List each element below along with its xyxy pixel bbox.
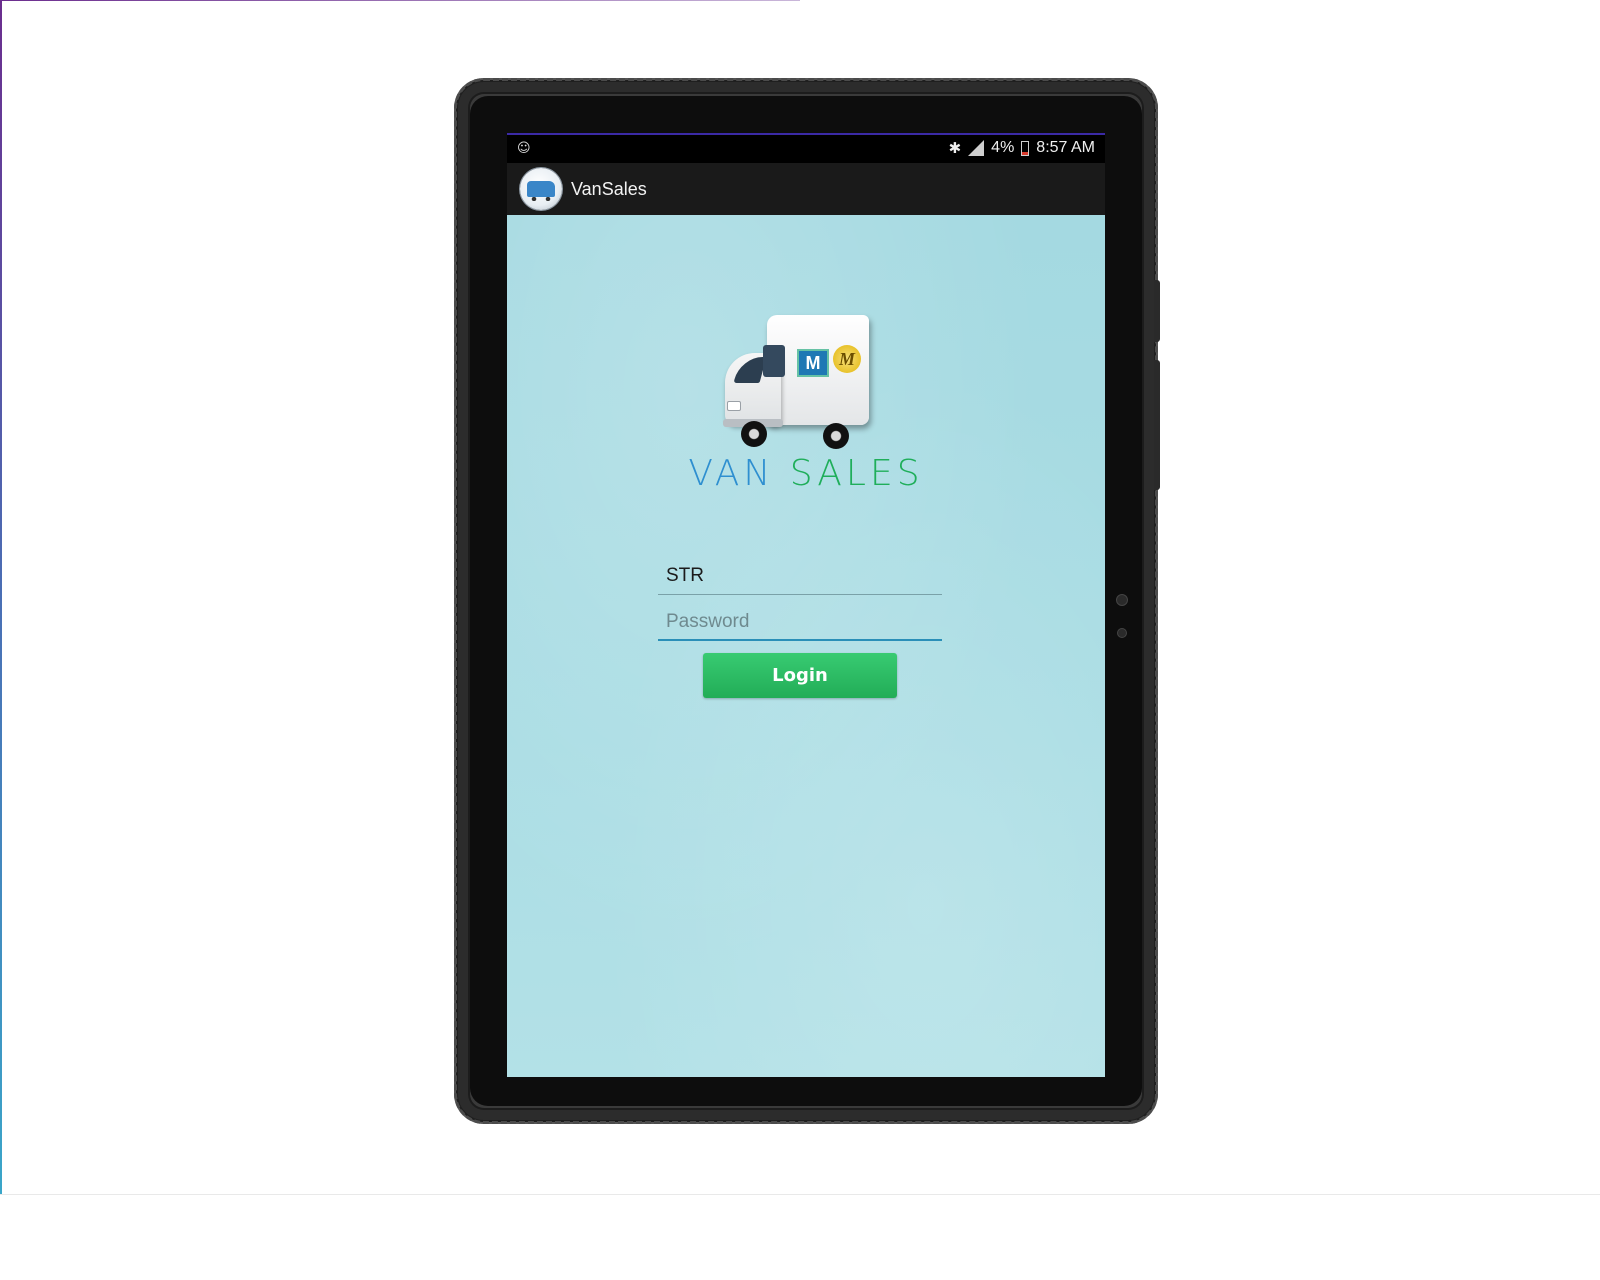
bluetooth-icon: ✱ — [948, 140, 962, 157]
login-content: M M VAN SALES Login — [507, 215, 1105, 1077]
device-screen: ☺ ✱ 4% 8:57 AM VanSales M M VAN SALES ST… — [507, 133, 1105, 1077]
brand-title-van: VAN — [688, 453, 775, 494]
van-logo-script: M — [833, 345, 861, 373]
password-input[interactable] — [658, 603, 942, 641]
frame-bottom-line — [0, 1194, 1600, 1195]
battery-percent: 4% — [991, 139, 1015, 156]
van-window — [763, 345, 785, 377]
brand-title-sales: SALES — [789, 453, 924, 494]
app-logo-van-shape — [527, 181, 555, 201]
login-button[interactable]: Login — [703, 653, 897, 698]
van-illustration: M M — [723, 315, 873, 449]
app-bar: VanSales — [507, 163, 1105, 215]
battery-icon — [1021, 140, 1030, 156]
van-logo-m: M — [797, 349, 829, 377]
sensor-icon — [1117, 628, 1127, 638]
van-front-wheel — [741, 421, 767, 447]
van-logo-icon[interactable] — [520, 168, 562, 210]
username-underline — [658, 594, 942, 595]
username-input[interactable] — [658, 557, 942, 595]
android-debug-icon: ☺ — [517, 141, 531, 156]
power-button — [1154, 280, 1160, 342]
volume-button — [1154, 360, 1160, 490]
signal-icon — [968, 140, 985, 156]
brand-title: VAN SALES — [507, 453, 1105, 494]
frame-top-line — [0, 0, 800, 1]
app-title: VanSales — [571, 178, 647, 199]
page-frame: ☺ ✱ 4% 8:57 AM VanSales M M VAN SALES ST… — [0, 0, 1600, 1280]
van-headlight — [727, 401, 741, 411]
username-field-wrapper — [658, 557, 942, 595]
password-field-wrapper — [658, 603, 942, 641]
camera-icon — [1116, 594, 1128, 606]
frame-left-line — [0, 0, 2, 1195]
status-time: 8:57 AM — [1036, 139, 1095, 156]
login-form: Login — [658, 557, 942, 698]
van-rear-wheel — [823, 423, 849, 449]
password-underline — [658, 639, 942, 641]
status-indicators: ✱ 4% 8:57 AM — [949, 139, 1095, 157]
status-bar: ☺ ✱ 4% 8:57 AM — [507, 133, 1105, 163]
